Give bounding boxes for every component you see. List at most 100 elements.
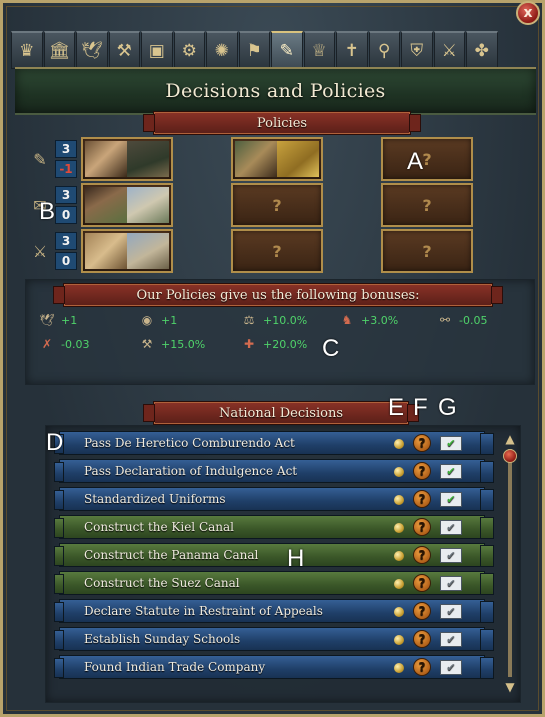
decision-label: Standardized Uniforms: [84, 492, 226, 506]
decision-help-button[interactable]: ?: [413, 574, 431, 592]
bonus-item[interactable]: ✗ -0.03: [39, 335, 90, 353]
policy-slot-filled[interactable]: [81, 229, 173, 273]
estates-crown-icon: ♕: [311, 40, 327, 61]
question-icon: ?: [422, 149, 432, 169]
enact-envelope-icon[interactable]: ✔: [440, 436, 462, 451]
decision-row-end: [480, 433, 494, 455]
tab-religion-cross[interactable]: ✝: [336, 31, 368, 69]
temple-icon: 🏛: [48, 40, 71, 61]
policy-slot-empty[interactable]: ?: [231, 183, 323, 227]
tab-magnifier[interactable]: ⚲: [368, 31, 400, 69]
decision-row[interactable]: Construct the Kiel Canal? ✔: [54, 515, 494, 539]
tab-flag[interactable]: ⚑: [238, 31, 270, 69]
tab-trade-goods[interactable]: ⚒: [108, 31, 140, 69]
policy-available-count: 3: [55, 232, 77, 250]
bonus-item[interactable]: ♞ +3.0%: [339, 311, 399, 329]
decision-row-end: [480, 545, 494, 567]
enact-envelope-icon[interactable]: ✔: [440, 548, 462, 563]
enact-envelope-icon[interactable]: ✔: [440, 492, 462, 507]
annotation-label-a: A: [407, 148, 424, 175]
enact-envelope-icon[interactable]: ✔: [440, 576, 462, 591]
decision-label: Construct the Panama Canal: [84, 548, 259, 562]
tab-lightbulb[interactable]: ✺: [206, 31, 238, 69]
scroll-down-arrow-icon[interactable]: ▼: [501, 679, 519, 695]
decision-help-button[interactable]: ?: [413, 630, 431, 648]
tab-shield[interactable]: ⛨: [401, 31, 433, 69]
decision-row[interactable]: Standardized Uniforms? ✔: [54, 487, 494, 511]
decision-row[interactable]: Declare Statute in Restraint of Appeals?…: [54, 599, 494, 623]
tab-dove[interactable]: 🕊: [76, 31, 108, 69]
enact-envelope-icon[interactable]: ✔: [440, 520, 462, 535]
enact-envelope-icon[interactable]: ✔: [440, 604, 462, 619]
decision-help-button[interactable]: ?: [413, 546, 431, 564]
annotation-label-g: G: [438, 394, 457, 421]
policy-slot-empty[interactable]: ?: [381, 137, 473, 181]
enact-envelope-icon[interactable]: ✔: [440, 632, 462, 647]
decisions-scroll-icon: ✎: [279, 40, 294, 61]
tab-crown[interactable]: ♛: [11, 31, 43, 69]
bonus-value: -0.05: [459, 313, 488, 327]
policy-slot-empty[interactable]: ?: [231, 229, 323, 273]
requirement-dot-icon: [394, 663, 404, 673]
tab-sword[interactable]: ⚔: [433, 31, 465, 69]
unrest-bonus-icon: ✗: [41, 337, 53, 351]
decision-row[interactable]: Found Indian Trade Company? ✔: [54, 655, 494, 679]
close-button[interactable]: x: [516, 1, 540, 25]
tab-temple[interactable]: 🏛: [43, 31, 75, 69]
decision-row[interactable]: Pass Declaration of Indulgence Act? ✔: [54, 459, 494, 483]
decision-help-button[interactable]: ?: [413, 658, 431, 676]
decision-row[interactable]: Construct the Suez Canal? ✔: [54, 571, 494, 595]
policy-slot-filled[interactable]: [231, 137, 323, 181]
bonus-item[interactable]: ✚ +20.0%: [241, 335, 307, 353]
enact-envelope-icon[interactable]: ✔: [440, 660, 462, 675]
bonus-item[interactable]: ◉ +1: [139, 311, 177, 329]
magnifier-icon: ⚲: [378, 40, 391, 61]
enact-envelope-icon[interactable]: ✔: [440, 464, 462, 479]
decision-help-button[interactable]: ?: [413, 490, 431, 508]
tab-decisions-scroll[interactable]: ✎: [271, 31, 303, 69]
decision-help-button[interactable]: ?: [413, 434, 431, 452]
decision-row[interactable]: Establish Sunday Schools? ✔: [54, 627, 494, 651]
policy-row-military: ⚔ 3 0 ? ?: [27, 229, 477, 273]
decision-row[interactable]: Construct the Panama Canal? ✔: [54, 543, 494, 567]
policy-row-diplomatic: ✉ 3 0 ? ?: [27, 183, 477, 227]
admin-icon: ✎: [33, 149, 47, 169]
lightbulb-icon: ✺: [214, 40, 229, 61]
decision-help-button[interactable]: ?: [413, 518, 431, 536]
dove-bonus-icon: 🕊: [39, 313, 55, 327]
requirement-dot-icon: [394, 607, 404, 617]
decision-row-end: [480, 517, 494, 539]
tab-gears[interactable]: ⚙: [173, 31, 205, 69]
tab-extra-tab[interactable]: ✤: [466, 31, 498, 69]
policy-points: ✎ 3 -1: [27, 137, 81, 181]
religion-cross-icon: ✝: [344, 40, 359, 61]
bonus-item[interactable]: 🕊 +1: [39, 311, 77, 329]
requirement-dot-icon: [394, 551, 404, 561]
bonuses-header-label: Our Policies give us the following bonus…: [136, 287, 420, 303]
policy-slot-filled[interactable]: [81, 137, 173, 181]
decision-help-button[interactable]: ?: [413, 602, 431, 620]
scroll-thumb[interactable]: [503, 449, 517, 463]
policy-slot-empty[interactable]: ?: [381, 183, 473, 227]
tab-estates-crown[interactable]: ♕: [303, 31, 335, 69]
bonus-value: +20.0%: [263, 337, 308, 351]
decision-help-button[interactable]: ?: [413, 462, 431, 480]
bonus-value: +1: [61, 313, 78, 327]
bonus-item[interactable]: ⚒ +15.0%: [139, 335, 206, 353]
scroll-track[interactable]: [508, 449, 512, 677]
decisions-scrollbar[interactable]: ▲ ▼: [501, 431, 519, 697]
scroll-up-arrow-icon[interactable]: ▲: [501, 431, 519, 447]
decision-label: Pass Declaration of Indulgence Act: [84, 464, 298, 478]
policy-slot-filled[interactable]: [81, 183, 173, 227]
tab-crate[interactable]: ▣: [141, 31, 173, 69]
policy-used-count: -1: [55, 160, 77, 178]
policy-used-count: 0: [55, 252, 77, 270]
sword-icon: ⚔: [441, 40, 457, 61]
policy-slot-empty[interactable]: ?: [381, 229, 473, 273]
decision-row[interactable]: Pass De Heretico Comburendo Act? ✔: [54, 431, 494, 455]
decision-row-tab: [54, 574, 64, 594]
policy-points: ⚔ 3 0: [27, 229, 81, 273]
policy-portrait-image: [85, 187, 127, 223]
bonus-item[interactable]: ⚯ -0.05: [437, 311, 488, 329]
bonus-item[interactable]: ⚖ +10.0%: [241, 311, 308, 329]
